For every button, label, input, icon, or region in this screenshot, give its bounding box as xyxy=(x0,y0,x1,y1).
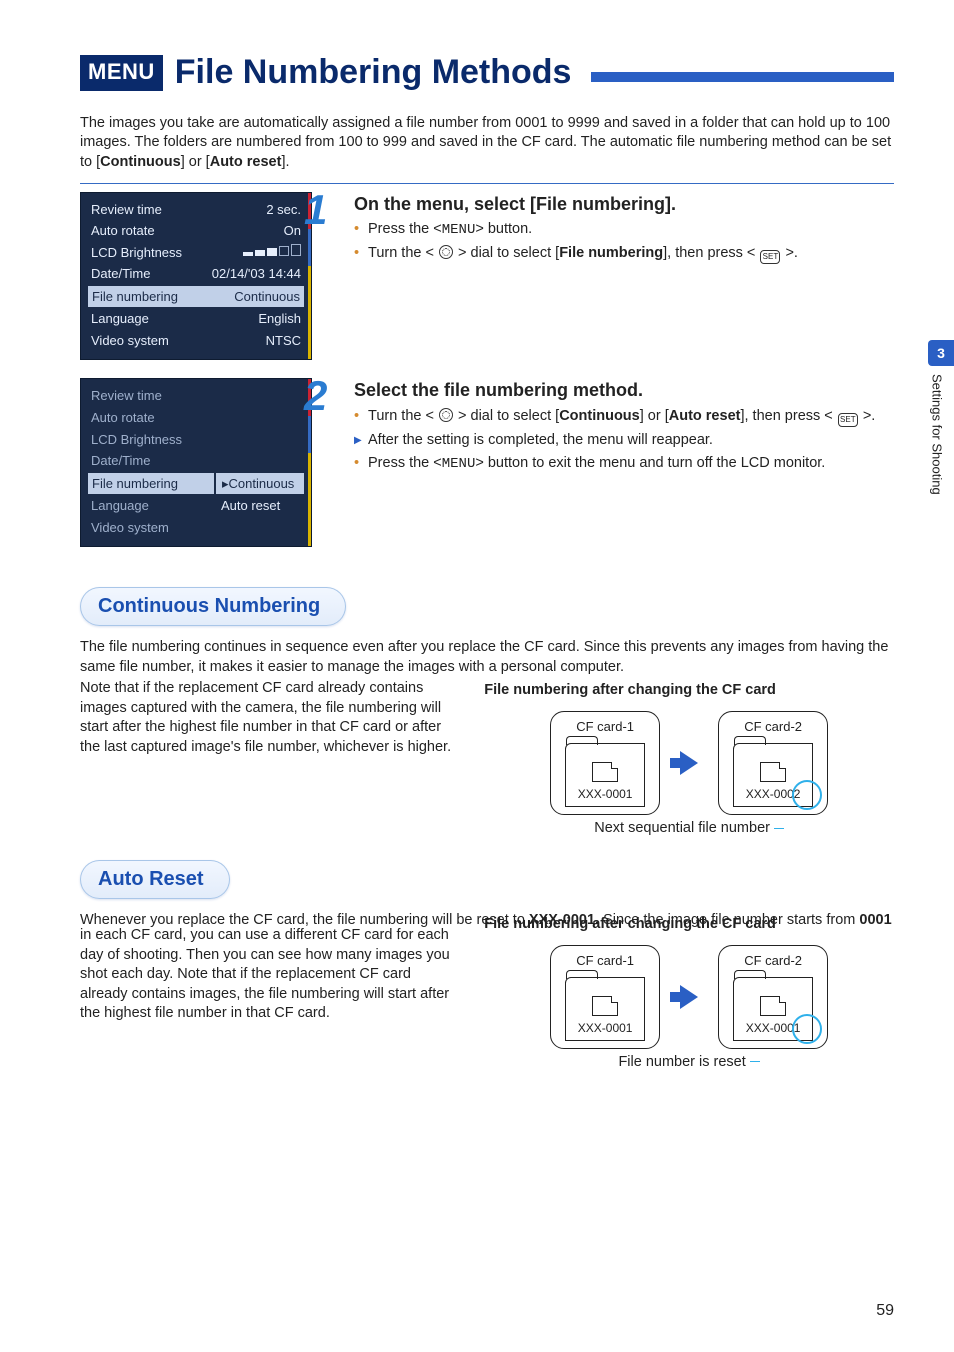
lcd-row: LCD Brightness xyxy=(87,429,305,451)
folder-icon: XXX-0002 xyxy=(733,743,813,807)
continuous-diagram: CF card-1 XXX-0001 CF card-2 XXX-0002 xyxy=(484,711,894,815)
continuous-paragraph-1: The file numbering continues in sequence… xyxy=(80,638,894,677)
lcd-submenu: File numbering Language Video system ▸Co… xyxy=(87,472,305,539)
lcd-row: Review time2 sec. xyxy=(87,199,305,221)
page-title: File Numbering Methods xyxy=(175,50,572,96)
auto-reset-caption: File number is reset xyxy=(484,1053,894,1073)
lcd-screenshot-2: Review time Auto rotate LCD Brightness D… xyxy=(80,378,312,547)
continuous-diagram-title: File numbering after changing the CF car… xyxy=(484,681,894,701)
continuous-caption: Next sequential file number xyxy=(484,819,894,839)
file-icon xyxy=(760,762,786,782)
continuous-paragraph-2: Note that if the replacement CF card alr… xyxy=(80,679,458,757)
lcd-row: LCD Brightness xyxy=(87,242,305,264)
set-icon xyxy=(838,413,858,427)
step-bullet: Press the <MENU> button to exit the menu… xyxy=(354,454,894,474)
set-icon xyxy=(760,250,780,264)
step-bullet: Turn the < > dial to select [Continuous]… xyxy=(354,407,894,427)
lcd-row: LanguageEnglish xyxy=(87,308,305,330)
title-rule-icon xyxy=(591,72,894,82)
intro-paragraph: The images you take are automatically as… xyxy=(80,114,894,173)
arrow-right-icon xyxy=(680,751,698,775)
step-2-title: Select the file numbering method. xyxy=(354,378,894,402)
side-tab: 3 Settings for Shooting xyxy=(928,340,954,495)
arrow-right-icon xyxy=(680,985,698,1009)
step-bullet: Turn the < > dial to select [File number… xyxy=(354,244,894,264)
lcd-row: Auto rotateOn xyxy=(87,220,305,242)
lcd-row-selected: File numberingContinuous xyxy=(87,285,305,309)
divider-icon xyxy=(80,183,894,184)
highlight-circle-icon xyxy=(792,1014,822,1044)
step-number-1: 1 xyxy=(304,182,327,239)
lcd-row: Review time xyxy=(87,385,305,407)
leader-line-icon xyxy=(774,828,784,829)
page-title-row: MENU File Numbering Methods xyxy=(80,50,894,96)
file-icon xyxy=(760,996,786,1016)
menu-badge: MENU xyxy=(80,55,163,91)
lcd-row: Video systemNTSC xyxy=(87,330,305,352)
dial-icon xyxy=(439,408,453,422)
lcd-row: Video system xyxy=(87,517,215,539)
lcd-row: Language xyxy=(87,495,215,517)
auto-reset-diagram: CF card-1 XXX-0001 CF card-2 XXX-0001 xyxy=(484,945,894,1049)
cf-card-1: CF card-1 XXX-0001 xyxy=(550,711,660,815)
step-1-title: On the menu, select [File numbering]. xyxy=(354,192,894,216)
lcd-row: Auto rotate xyxy=(87,407,305,429)
step-1: Review time2 sec. Auto rotateOn LCD Brig… xyxy=(80,192,894,361)
cf-card-2: CF card-2 XXX-0001 xyxy=(718,945,828,1049)
lcd-option: Auto reset xyxy=(215,495,305,517)
folder-icon: XXX-0001 xyxy=(733,977,813,1041)
section-heading-continuous: Continuous Numbering xyxy=(80,587,346,626)
section-heading-auto-reset: Auto Reset xyxy=(80,860,230,899)
auto-reset-diagram-title: File numbering after changing the CF car… xyxy=(484,915,894,935)
chapter-label: Settings for Shooting xyxy=(928,374,950,495)
page-number: 59 xyxy=(876,1300,894,1322)
step-2: Review time Auto rotate LCD Brightness D… xyxy=(80,378,894,547)
lcd-row: Date/Time xyxy=(87,450,305,472)
step-bullet: After the setting is completed, the menu… xyxy=(354,431,894,451)
lcd-row-selected: File numbering xyxy=(87,472,215,496)
lcd-screenshot-1: Review time2 sec. Auto rotateOn LCD Brig… xyxy=(80,192,312,361)
brightness-bars-icon xyxy=(243,244,301,256)
cf-card-1: CF card-1 XXX-0001 xyxy=(550,945,660,1049)
leader-line-icon xyxy=(750,1061,760,1062)
folder-icon: XXX-0001 xyxy=(565,977,645,1041)
highlight-circle-icon xyxy=(792,780,822,810)
chapter-badge: 3 xyxy=(928,340,954,366)
lcd-option-active: ▸Continuous xyxy=(215,472,305,496)
step-bullet: Press the <MENU> button. xyxy=(354,220,894,240)
lcd-row: Date/Time02/14/'03 14:44 xyxy=(87,263,305,285)
folder-icon: XXX-0001 xyxy=(565,743,645,807)
file-icon xyxy=(592,996,618,1016)
step-number-2: 2 xyxy=(304,368,327,425)
file-icon xyxy=(592,762,618,782)
cf-card-2: CF card-2 XXX-0002 xyxy=(718,711,828,815)
dial-icon xyxy=(439,245,453,259)
